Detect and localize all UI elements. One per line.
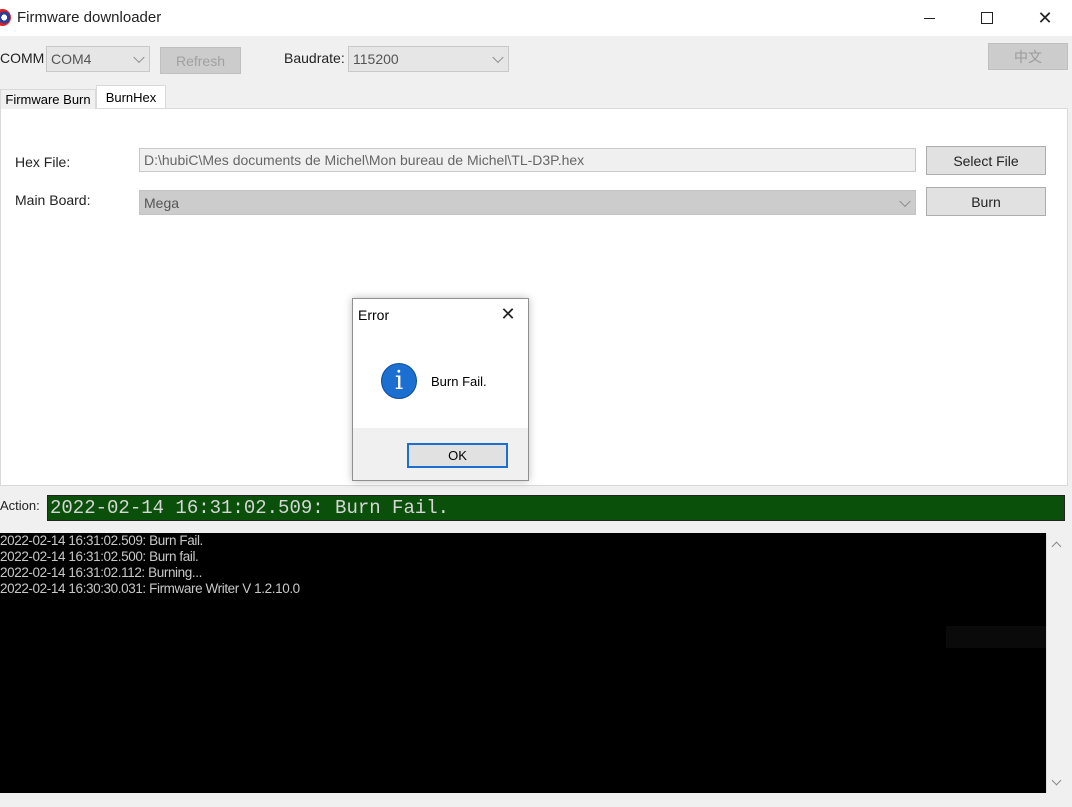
tab-burnhex[interactable]: BurnHex	[96, 85, 166, 108]
close-icon: ✕	[500, 304, 516, 324]
window-title: Firmware downloader	[17, 9, 162, 26]
chevron-up-icon[interactable]	[1051, 541, 1062, 552]
main-board-label: Main Board:	[15, 192, 91, 208]
log-line: 2022-02-14 16:31:02.112: Burning...	[0, 565, 202, 580]
comm-label: COMM	[0, 50, 45, 66]
baudrate-select[interactable]: 115200	[348, 46, 509, 72]
action-label: Action:	[0, 498, 40, 513]
language-button[interactable]: 中文	[988, 43, 1068, 70]
hex-file-label: Hex File:	[15, 154, 71, 170]
refresh-button[interactable]: Refresh	[160, 47, 241, 74]
dialog-close-button[interactable]: ✕	[498, 304, 518, 324]
maximize-icon	[981, 12, 993, 24]
dialog-title: Error	[358, 307, 390, 323]
burn-button[interactable]: Burn	[926, 187, 1046, 216]
chevron-down-icon	[133, 51, 145, 64]
close-icon: ✕	[1037, 7, 1053, 28]
minimize-icon	[923, 17, 935, 19]
ghost-overlay	[946, 626, 1046, 648]
minimize-button[interactable]	[906, 0, 952, 36]
dialog-message: Burn Fail.	[431, 374, 487, 389]
chevron-down-icon[interactable]	[1051, 775, 1062, 786]
baudrate-value: 115200	[353, 51, 399, 67]
hex-file-input[interactable]: D:\hubiC\Mes documents de Michel\Mon bur…	[139, 148, 916, 172]
log-output[interactable]: 2022-02-14 16:31:02.509: Burn Fail. 2022…	[0, 533, 1046, 793]
error-dialog: Error ✕ i Burn Fail. OK	[352, 298, 529, 481]
chevron-down-icon	[899, 195, 911, 207]
close-button[interactable]: ✕	[1022, 0, 1068, 36]
main-board-select[interactable]: Mega	[139, 190, 916, 215]
comm-port-select[interactable]: COM4	[46, 46, 150, 72]
log-scrollbar[interactable]	[1046, 533, 1068, 793]
info-icon: i	[381, 363, 417, 399]
comm-port-value: COM4	[51, 51, 92, 67]
chevron-down-icon	[492, 51, 504, 64]
log-line: 2022-02-14 16:31:02.500: Burn fail.	[0, 549, 199, 564]
baudrate-label: Baudrate:	[284, 50, 345, 66]
main-board-value: Mega	[144, 194, 180, 211]
tab-firmware-burn[interactable]: Firmware Burn	[0, 89, 96, 109]
action-status-box: 2022-02-14 16:31:02.509: Burn Fail.	[47, 495, 1065, 521]
select-file-button[interactable]: Select File	[926, 146, 1046, 175]
maximize-button[interactable]	[964, 0, 1010, 36]
log-line: 2022-02-14 16:31:02.509: Burn Fail.	[0, 533, 203, 548]
log-line: 2022-02-14 16:30:30.031: Firmware Writer…	[0, 581, 300, 596]
ok-button[interactable]: OK	[407, 443, 508, 468]
